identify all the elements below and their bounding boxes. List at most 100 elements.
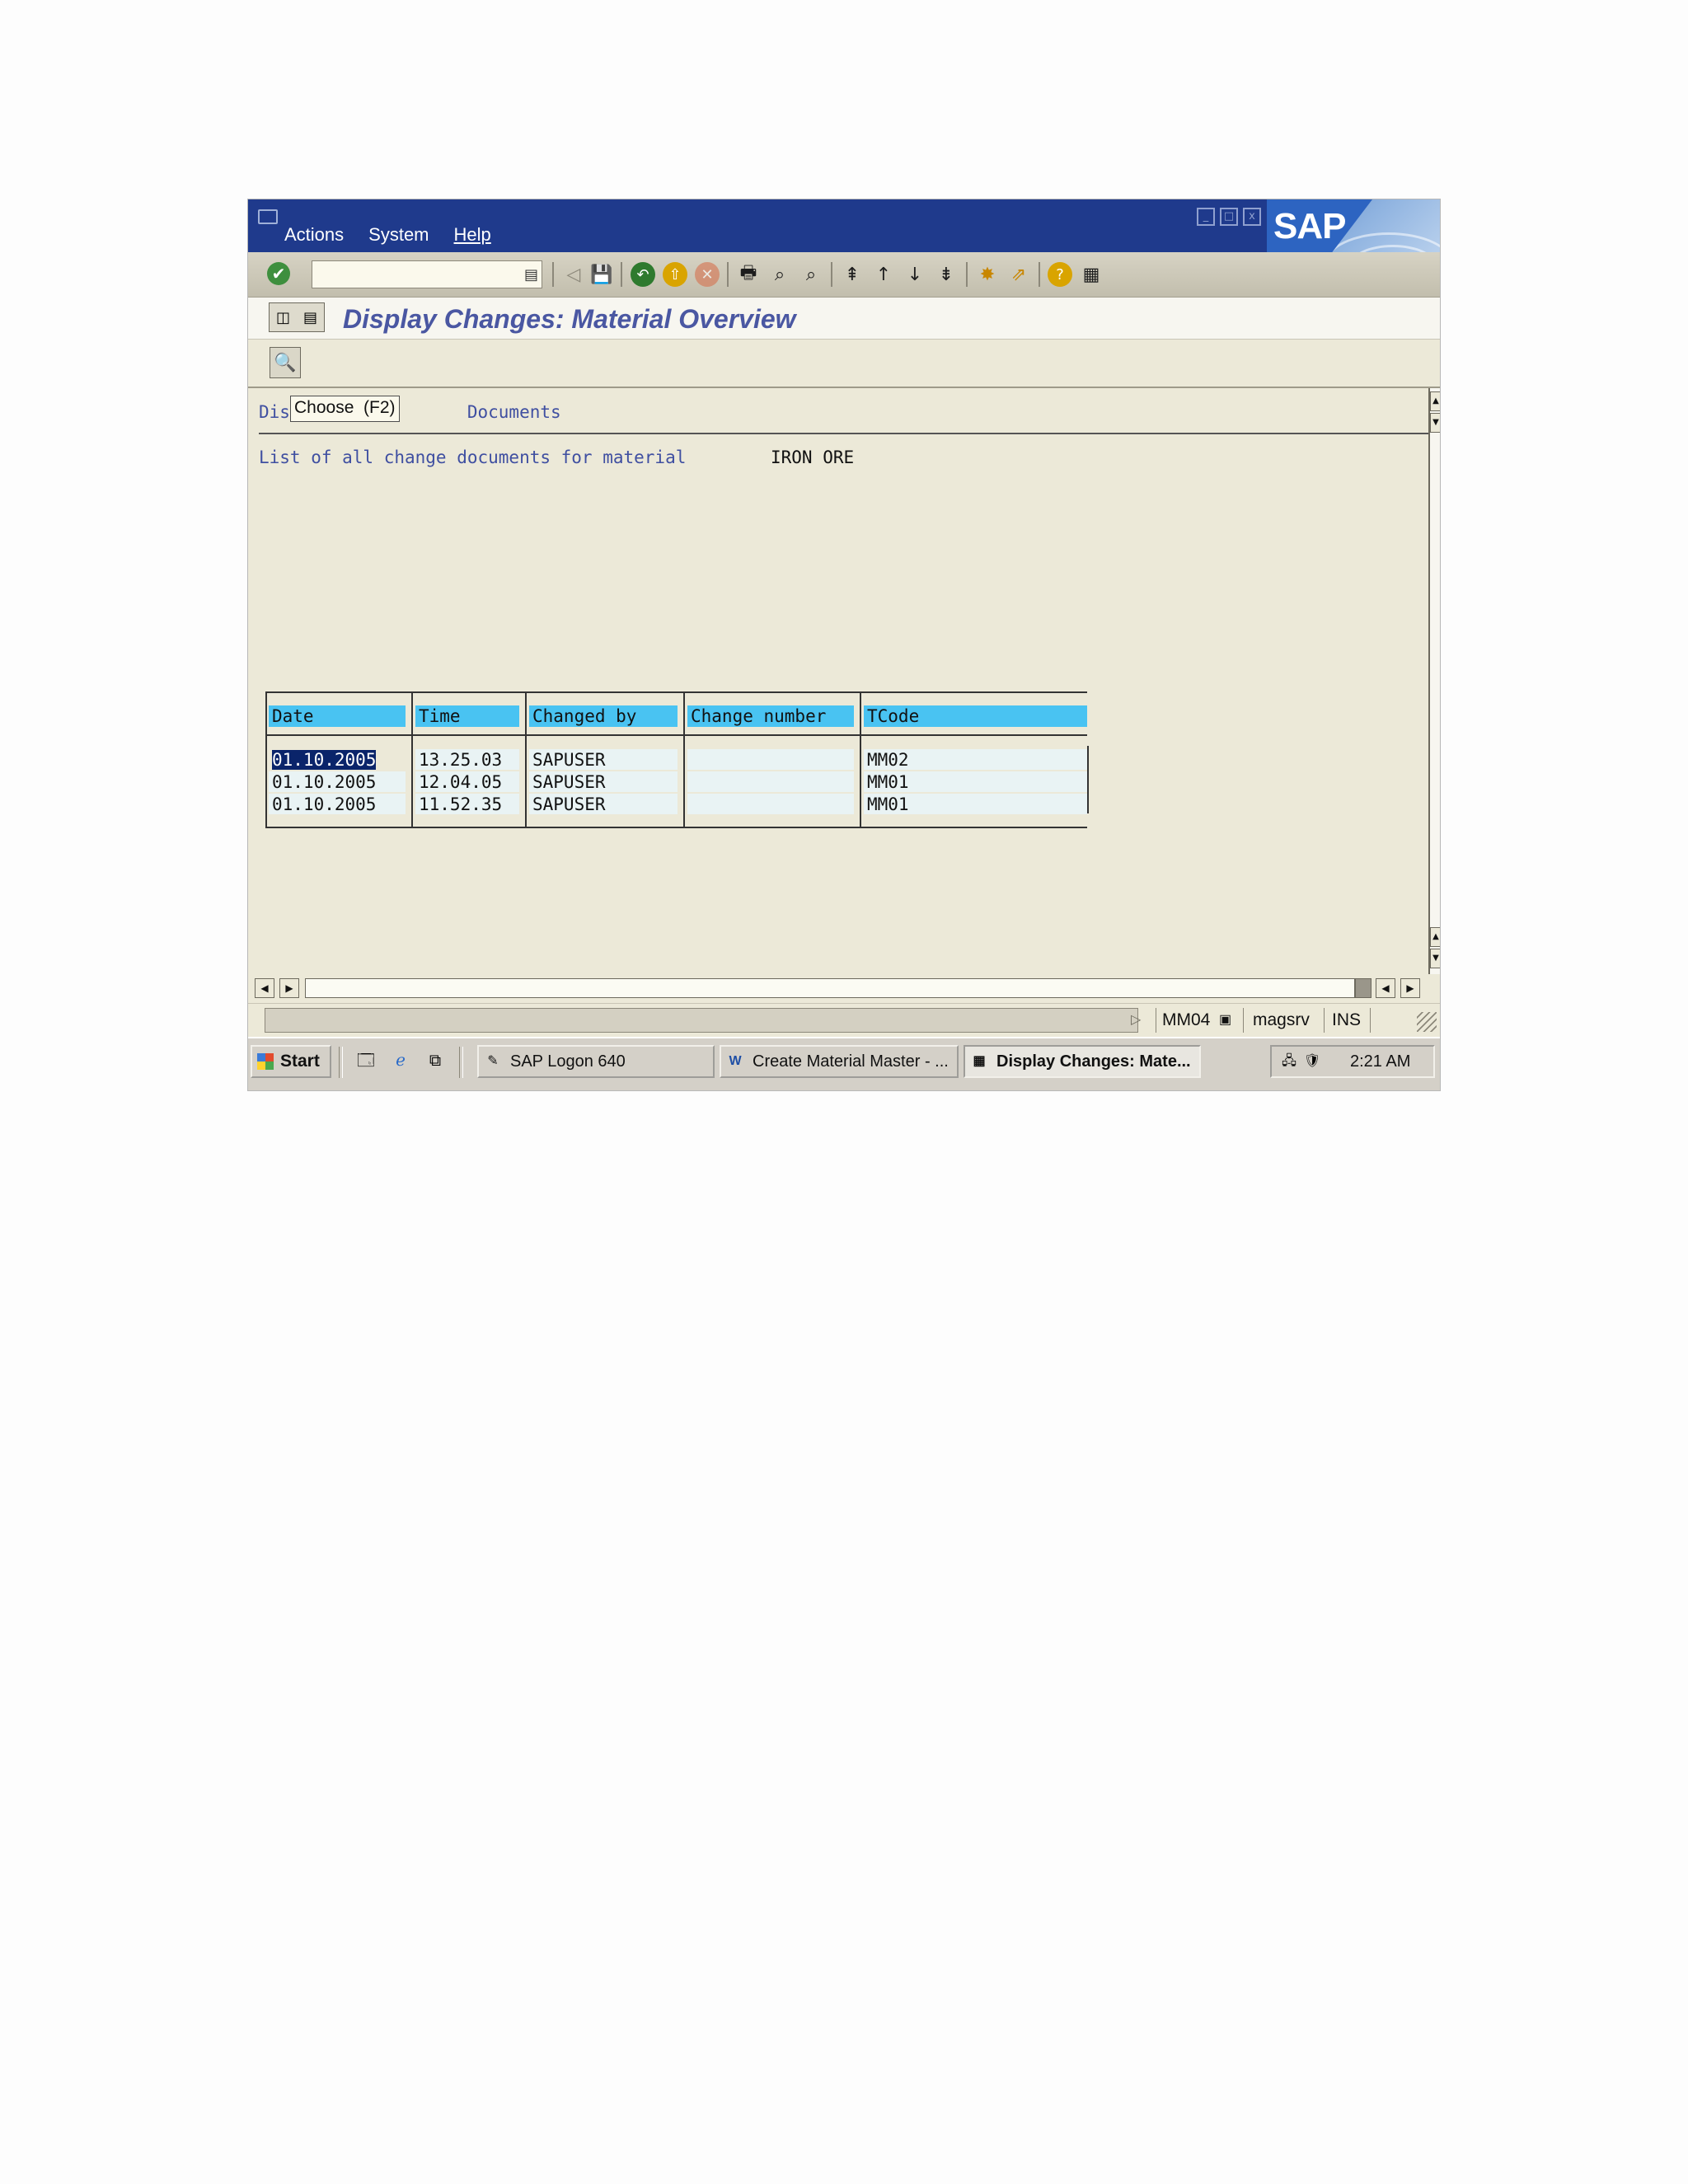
- scroll-track[interactable]: [305, 978, 1355, 998]
- cell-date[interactable]: 01.10.2005: [269, 771, 406, 793]
- column-divider: [860, 691, 861, 827]
- exit-icon[interactable]: ⇧: [663, 262, 687, 287]
- vertical-scrollbar[interactable]: ▲ ▼ ▲ ▼: [1428, 388, 1440, 974]
- scroll-thumb[interactable]: [1355, 978, 1372, 998]
- security-icon[interactable]: 🛡: [1303, 1052, 1321, 1071]
- status-divider: [1370, 1008, 1371, 1033]
- column-header-tcode[interactable]: TCode: [864, 705, 1087, 727]
- close-icon[interactable]: x: [1243, 208, 1261, 226]
- task-label: Create Material Master - ...: [753, 1052, 949, 1071]
- maximize-icon[interactable]: □: [1220, 208, 1238, 226]
- sap-gui-window: Actions System Help _ □ x SAP ✔ ▤ ◁ 💾 ↶ …: [248, 199, 1440, 1090]
- scroll-up-icon[interactable]: ▲: [1430, 391, 1440, 411]
- cell-tcode[interactable]: MM01: [864, 771, 1087, 793]
- previous-page-icon[interactable]: ↑: [871, 262, 896, 287]
- menu-actions[interactable]: Actions: [284, 224, 344, 246]
- scroll-page-down-icon[interactable]: ▼: [1430, 949, 1440, 968]
- column-header-changed-by[interactable]: Changed by: [529, 705, 678, 727]
- cell-time[interactable]: 13.25.03: [415, 749, 519, 771]
- command-field[interactable]: [312, 260, 542, 288]
- toolbar-separator: [831, 262, 832, 287]
- back-disabled-icon: ◁: [566, 264, 581, 285]
- last-page-icon[interactable]: ⇟: [934, 262, 959, 287]
- network-icon[interactable]: 🖧: [1280, 1052, 1298, 1071]
- scroll-right-icon[interactable]: ▶: [279, 978, 299, 998]
- task-display-changes[interactable]: ▦ Display Changes: Mate...: [964, 1045, 1201, 1078]
- save-icon[interactable]: 💾: [589, 262, 614, 287]
- cell-changed-by[interactable]: SAPUSER: [529, 794, 678, 815]
- shortcut-icon[interactable]: ⇗: [1006, 262, 1031, 287]
- find-next-icon[interactable]: ⌕: [799, 262, 823, 287]
- cell-time[interactable]: 11.52.35: [415, 794, 519, 815]
- status-mode: INS: [1332, 1010, 1362, 1029]
- find-icon[interactable]: ⌕: [767, 262, 792, 287]
- cancel-icon[interactable]: ✕: [695, 262, 720, 287]
- create-session-icon[interactable]: ✸: [975, 262, 1000, 287]
- cell-change-number[interactable]: [687, 749, 854, 771]
- cell-change-number[interactable]: [687, 771, 854, 793]
- internet-explorer-icon[interactable]: ℯ: [390, 1050, 411, 1071]
- menu-help[interactable]: Help: [454, 224, 491, 246]
- command-history-icon[interactable]: ▤: [524, 266, 538, 284]
- standard-toolbar: ✔ ▤ ◁ 💾 ↶ ⇧ ✕ 🖶 ⌕ ⌕ ⇞ ↑ ↓ ⇟ ✸ ⇗ ? ▦: [248, 252, 1440, 298]
- system-info-icon[interactable]: ▣: [1219, 1008, 1231, 1033]
- status-message-field: [265, 1008, 1138, 1033]
- start-button[interactable]: Start: [251, 1045, 331, 1078]
- screen-switch-button[interactable]: ◫ ▤: [269, 302, 325, 332]
- sap-quicklaunch-icon[interactable]: ⧉: [424, 1050, 446, 1071]
- minimize-icon[interactable]: _: [1197, 208, 1215, 226]
- column-divider: [683, 691, 685, 827]
- display-icon: ◫: [275, 308, 290, 326]
- scroll-left-icon[interactable]: ◀: [1376, 978, 1395, 998]
- menu: Actions System Help: [284, 224, 491, 246]
- resize-grip-icon[interactable]: [1417, 1012, 1437, 1032]
- column-header-time[interactable]: Time: [415, 705, 519, 727]
- menu-system[interactable]: System: [368, 224, 429, 246]
- cell-tcode[interactable]: MM01: [864, 794, 1087, 815]
- toolbar-separator: [552, 262, 554, 287]
- word-doc-icon: W: [729, 1054, 742, 1068]
- next-page-icon[interactable]: ↓: [903, 262, 927, 287]
- print-icon[interactable]: 🖶: [736, 262, 761, 287]
- clock[interactable]: 2:21 AM: [1350, 1047, 1410, 1076]
- back-icon[interactable]: ↶: [631, 262, 655, 287]
- application-toolbar: 🔍: [248, 340, 1440, 388]
- layout-menu-icon[interactable]: ▦: [1079, 262, 1104, 287]
- system-tray: 🖧 🛡 2:21 AM: [1270, 1045, 1435, 1078]
- task-label: SAP Logon 640: [510, 1052, 626, 1071]
- cell-time[interactable]: 12.04.05: [415, 771, 519, 793]
- scroll-left-icon[interactable]: ◀: [255, 978, 274, 998]
- horizontal-scrollbar[interactable]: ◀ ▶ ◀ ▶: [248, 975, 1440, 1001]
- scroll-down-icon[interactable]: ▼: [1430, 413, 1440, 433]
- column-divider: [265, 691, 267, 827]
- cell-changed-by[interactable]: SAPUSER: [529, 771, 678, 793]
- task-sap-logon[interactable]: ✎ SAP Logon 640: [477, 1045, 715, 1078]
- cell-date[interactable]: 01.10.2005: [269, 794, 406, 815]
- table-row[interactable]: 01.10.2005: [269, 749, 406, 771]
- cell-tcode[interactable]: MM02: [864, 749, 1087, 771]
- windows-taskbar: Start 🗔 ℯ ⧉ ✎ SAP Logon 640 W Create Mat…: [248, 1037, 1440, 1090]
- status-toggle-icon[interactable]: ▷: [1131, 1008, 1141, 1033]
- list-area: Dis Documents List of all change documen…: [248, 388, 1428, 974]
- show-desktop-icon[interactable]: 🗔: [355, 1050, 377, 1071]
- toolbar-separator: [727, 262, 729, 287]
- window-controls: _ □ x: [1197, 208, 1261, 226]
- sap-logo-text: SAP: [1273, 206, 1346, 246]
- choose-button[interactable]: 🔍: [270, 347, 301, 378]
- enter-check-icon[interactable]: ✔: [267, 262, 290, 285]
- status-bar: ▷ MM04 ▣ magsrv INS: [248, 1003, 1440, 1037]
- column-header-change-number[interactable]: Change number: [687, 705, 854, 727]
- task-word-document[interactable]: W Create Material Master - ...: [720, 1045, 959, 1078]
- scroll-page-up-icon[interactable]: ▲: [1430, 927, 1440, 947]
- column-header-date[interactable]: Date: [269, 705, 406, 727]
- taskbar-separator: [339, 1047, 343, 1078]
- system-menu-icon[interactable]: [258, 209, 278, 224]
- cell-changed-by[interactable]: SAPUSER: [529, 749, 678, 771]
- cell-date-selected[interactable]: 01.10.2005: [272, 750, 377, 770]
- first-page-icon[interactable]: ⇞: [840, 262, 865, 287]
- scroll-right-icon[interactable]: ▶: [1400, 978, 1420, 998]
- cell-change-number[interactable]: [687, 794, 854, 815]
- material-name: IRON ORE: [771, 448, 855, 467]
- status-divider: [1324, 1008, 1325, 1033]
- help-icon[interactable]: ?: [1048, 262, 1072, 287]
